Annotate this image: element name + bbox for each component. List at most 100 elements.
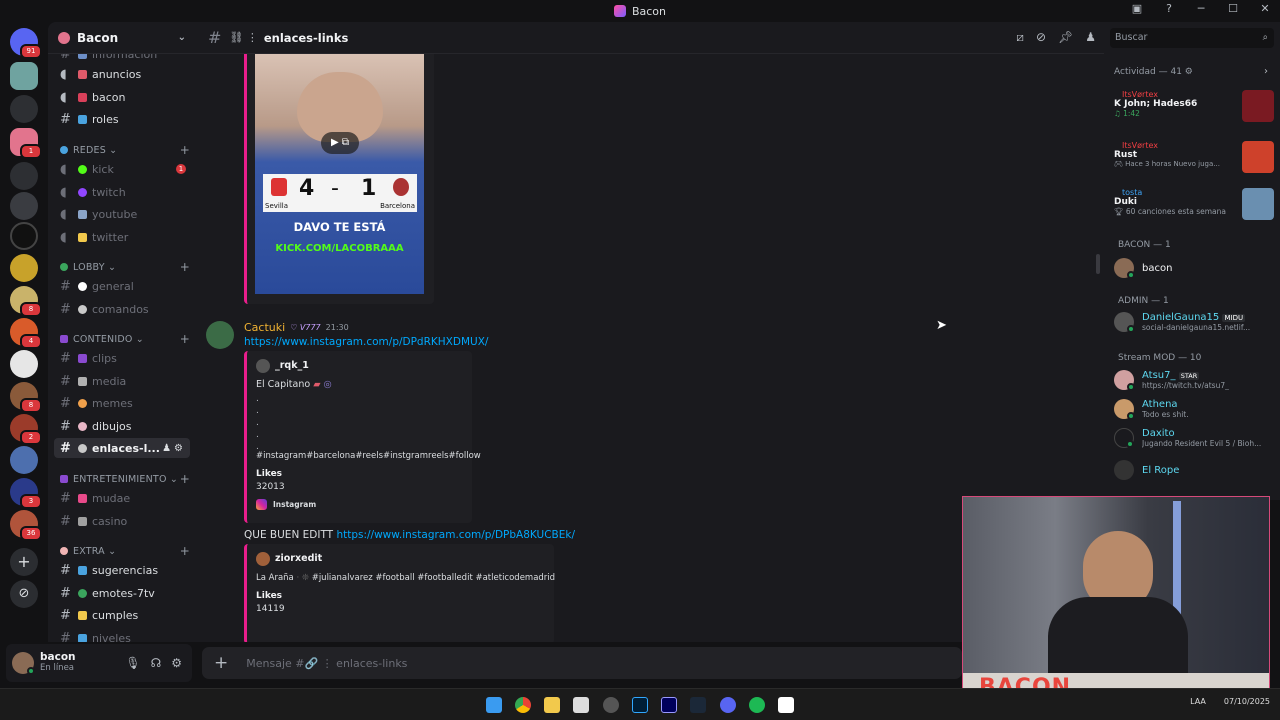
pin-icon[interactable]: 📌︎ [1058, 30, 1073, 45]
server-icon[interactable]: 2 [10, 414, 42, 445]
channel-enlaces-links[interactable]: # enlaces-l... ♟⚙ [54, 438, 190, 458]
channel-twitter[interactable]: ◖ twitter [54, 227, 190, 247]
language-indicator[interactable]: LAA [1190, 697, 1206, 706]
close-button[interactable]: ✕ [1256, 2, 1274, 15]
play-icon[interactable]: ▶ ⧉ [321, 132, 359, 154]
channel-niveles[interactable]: # niveles [54, 628, 190, 642]
message-composer[interactable]: + Mensaje #🔗 ⋮ enlaces-links [202, 647, 962, 679]
channel-clips[interactable]: # clips [54, 348, 190, 368]
explore-icon[interactable]: ⊘ [10, 580, 38, 608]
server-icon[interactable] [10, 222, 38, 250]
member-list-icon[interactable]: ♟ [1085, 30, 1096, 45]
message-author[interactable]: Cactuki [244, 321, 285, 334]
windows-start-icon[interactable] [486, 697, 502, 713]
add-server-icon[interactable]: + [10, 548, 38, 576]
photoshop-icon[interactable] [632, 697, 648, 713]
guild-header[interactable]: Bacon ⌄ [48, 22, 196, 54]
server-icon[interactable]: 3 [10, 478, 42, 509]
composer-placeholder[interactable]: Mensaje #🔗 ⋮ enlaces-links [246, 657, 407, 670]
chevron-right-icon[interactable]: › [1264, 66, 1268, 77]
help-icon[interactable]: ? [1160, 2, 1178, 15]
add-channel-icon[interactable]: + [180, 260, 190, 274]
discord-icon[interactable] [720, 697, 736, 713]
channel-sugerencias[interactable]: # sugerencias [54, 560, 190, 580]
app-icon[interactable] [573, 697, 589, 713]
premiere-icon[interactable] [661, 697, 677, 713]
headphones-icon[interactable]: ☊ [151, 656, 162, 670]
channel-anuncios[interactable]: ◖ anuncios [54, 64, 190, 84]
category-lobby[interactable]: LOBBY ⌄ + [60, 259, 190, 275]
search-input[interactable]: Buscar ⌕ [1110, 28, 1274, 48]
add-channel-icon[interactable]: + [180, 544, 190, 558]
user-names[interactable]: bacon En línea [40, 652, 76, 674]
member-item[interactable]: DanielGauna15 MIDU social-danielgauna15.… [1114, 312, 1274, 333]
server-icon[interactable]: 8 [10, 382, 42, 413]
server-icon[interactable] [10, 254, 38, 282]
server-icon[interactable]: 8 [10, 286, 42, 317]
embed-author[interactable]: _rqk_1 [275, 360, 309, 371]
member-item[interactable]: bacon [1114, 258, 1274, 279]
video-thumbnail[interactable]: ▶ ⧉ 4 - 1 Sevilla Barcelona DAVO TE ESTÁ… [255, 54, 424, 294]
channel-bacon[interactable]: ◖ bacon [54, 87, 190, 107]
file-explorer-icon[interactable] [544, 697, 560, 713]
activity-card[interactable]: ItsVørtex K John; Hades66 ♫ 1:42 [1112, 90, 1276, 132]
embed-author[interactable]: ziorxedit [275, 553, 322, 564]
server-icon[interactable] [10, 192, 38, 220]
notion-icon[interactable] [778, 697, 794, 713]
channel-comandos[interactable]: # comandos [54, 299, 190, 319]
channel-memes[interactable]: # memes [54, 393, 190, 413]
category-entretenimiento[interactable]: ENTRETENIMIENTO ⌄ + [60, 471, 190, 487]
channel-mudae[interactable]: # mudae [54, 488, 190, 508]
home-button[interactable]: 91 [10, 28, 42, 59]
activity-card[interactable]: tosta Duki 🏆︎ 60 canciones esta semana [1112, 188, 1276, 230]
channel-roles[interactable]: # roles [54, 109, 190, 129]
activity-card[interactable]: ItsVørtex Rust 🎮︎ Hace 3 horas Nuevo jug… [1112, 141, 1276, 183]
add-channel-icon[interactable]: + [180, 143, 190, 157]
category-redes[interactable]: REDES ⌄ + [60, 142, 190, 158]
inbox-icon[interactable]: ▣ [1128, 2, 1146, 15]
scrollbar-thumb[interactable] [1096, 254, 1100, 274]
server-icon[interactable]: 36 [10, 510, 42, 541]
channel-settings-icon[interactable]: ♟⚙ [162, 443, 186, 454]
server-icon[interactable] [10, 95, 38, 123]
add-channel-icon[interactable]: + [180, 472, 190, 486]
threads-icon[interactable]: ⧄ [1016, 30, 1024, 45]
avatar[interactable] [206, 321, 234, 349]
member-item[interactable]: Daxito Jugando Resident Evil 5 / Bioh... [1114, 428, 1274, 448]
server-icon[interactable] [10, 446, 38, 474]
channel-youtube[interactable]: ◖ youtube [54, 204, 190, 224]
notification-bell-icon[interactable]: ⊘ [1036, 30, 1046, 45]
channel-emotes-7tv[interactable]: # emotes-7tv [54, 583, 190, 603]
avatar[interactable] [12, 652, 35, 675]
channel-general[interactable]: # general [54, 276, 190, 296]
member-item[interactable]: Atsu7_ STAR https://twitch.tv/atsu7_ [1114, 370, 1274, 391]
category-contenido[interactable]: CONTENIDO ⌄ + [60, 331, 190, 347]
channel-casino[interactable]: # casino [54, 511, 190, 531]
maximize-button[interactable]: ☐ [1224, 2, 1242, 15]
add-channel-icon[interactable]: + [180, 332, 190, 346]
server-icon[interactable] [10, 62, 38, 90]
channel-media[interactable]: # media [54, 371, 190, 391]
steam-icon[interactable] [690, 697, 706, 713]
server-icon[interactable]: 4 [10, 318, 42, 349]
member-item[interactable]: Athena Todo es shit. [1114, 399, 1274, 420]
channel-dibujos[interactable]: # dibujos [54, 416, 190, 436]
add-attachment-icon[interactable]: + [214, 653, 228, 673]
server-icon[interactable] [10, 350, 38, 378]
message-link[interactable]: https://www.instagram.com/p/DPbA8KUCBEk/ [336, 529, 575, 541]
spotify-icon[interactable] [749, 697, 765, 713]
channel-twitch[interactable]: ◖ twitch [54, 182, 190, 202]
microphone-icon[interactable]: 🎙︎ [125, 656, 140, 670]
category-extra[interactable]: EXTRA ⌄ + [60, 543, 190, 559]
obs-icon[interactable] [603, 697, 619, 713]
gear-icon[interactable]: ⚙ [171, 656, 182, 670]
channel-kick[interactable]: ◖ kick 1 [54, 159, 190, 179]
clock-date[interactable]: 07/10/2025 [1224, 697, 1270, 706]
member-item[interactable]: El Rope [1114, 460, 1274, 480]
message-link[interactable]: https://www.instagram.com/p/DPdRKHXDMUX/ [244, 336, 488, 348]
minimize-button[interactable]: ─ [1192, 2, 1210, 15]
server-icon-bacon[interactable]: 1 [10, 128, 42, 159]
chrome-icon[interactable] [515, 697, 531, 713]
channel-cumples[interactable]: # cumples [54, 605, 190, 625]
server-icon[interactable] [10, 162, 38, 190]
